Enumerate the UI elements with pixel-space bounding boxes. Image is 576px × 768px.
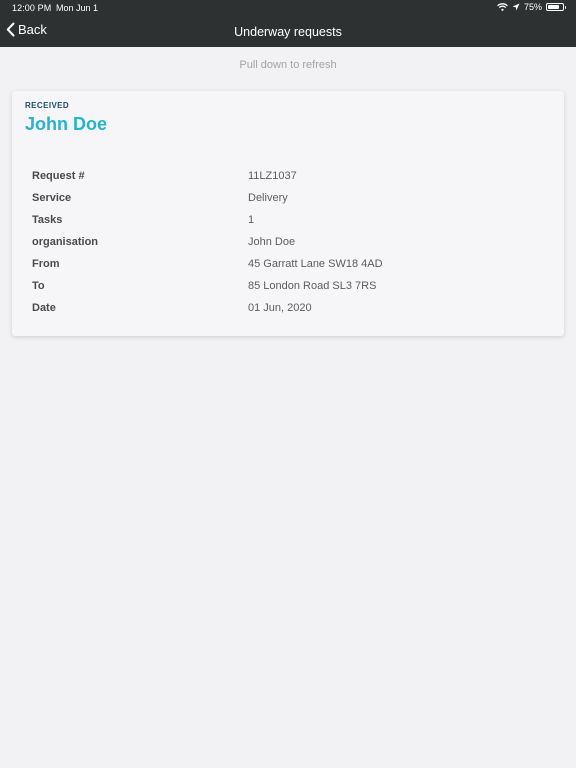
battery-icon [546, 3, 566, 11]
detail-label: Request # [32, 170, 85, 182]
detail-value: 1 [248, 214, 255, 226]
detail-value: Delivery [248, 192, 288, 204]
status-date: Mon Jun 1 [56, 3, 99, 13]
battery-level [548, 5, 559, 9]
location-icon [512, 3, 520, 11]
detail-value: 11LZ1037 [248, 170, 297, 182]
detail-row-from: From 45 Garratt Lane SW18 4AD [32, 253, 544, 275]
request-card[interactable]: RECEIVED John Doe Request # 11LZ1037 Ser… [12, 91, 564, 336]
request-details: Request # 11LZ1037 Service Delivery Task… [32, 165, 544, 319]
page-title: Underway requests [234, 25, 342, 39]
request-status-badge: RECEIVED [25, 101, 70, 110]
detail-value: John Doe [248, 236, 296, 248]
detail-row-organisation: organisation John Doe [32, 231, 544, 253]
detail-value: 45 Garratt Lane SW18 4AD [248, 258, 383, 270]
detail-label: Service [32, 192, 72, 204]
detail-label: organisation [32, 236, 99, 248]
wifi-icon [497, 3, 508, 11]
detail-row-date: Date 01 Jun, 2020 [32, 297, 544, 319]
detail-row-tasks: Tasks 1 [32, 209, 544, 231]
detail-value: 01 Jun, 2020 [248, 302, 312, 314]
detail-row-to: To 85 London Road SL3 7RS [32, 275, 544, 297]
status-indicators: 75% [497, 2, 566, 12]
navigation-bar: 12:00 PM Mon Jun 1 75% Back Underway req… [0, 0, 576, 47]
status-time: 12:00 PM [12, 3, 52, 13]
detail-label: From [32, 258, 60, 270]
detail-value: 85 London Road SL3 7RS [248, 280, 377, 292]
detail-row-request-number: Request # 11LZ1037 [32, 165, 544, 187]
request-customer-name: John Doe [25, 114, 108, 134]
battery-percentage: 75% [523, 2, 542, 12]
detail-label: Tasks [32, 214, 63, 226]
pull-to-refresh-hint: Pull down to refresh [239, 59, 337, 71]
detail-label: Date [32, 302, 56, 314]
detail-label: To [32, 280, 45, 292]
detail-row-service: Service Delivery [32, 187, 544, 209]
